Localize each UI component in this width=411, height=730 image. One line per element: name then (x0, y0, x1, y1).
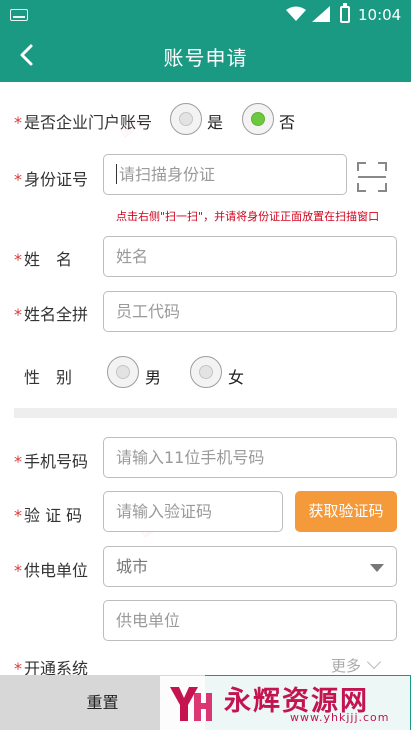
chevron-down-icon (366, 654, 382, 670)
status-time: 10:04 (358, 6, 402, 24)
radio-enterprise-no[interactable] (242, 103, 274, 135)
signal-icon (312, 6, 330, 22)
gender-label: 性 别 (24, 368, 73, 387)
keyboard-icon (10, 9, 28, 21)
name-input[interactable]: 姓名 (103, 236, 397, 277)
status-bar: 10:04 (0, 0, 411, 30)
power-unit-input[interactable]: 供电单位 (103, 600, 397, 641)
verify-code-label: * 验 证 码 (14, 506, 83, 525)
battery-icon (340, 3, 350, 23)
page-title: 账号申请 (163, 46, 248, 70)
name-pinyin-label: * 姓名全拼 (14, 305, 89, 324)
section-divider (14, 408, 397, 418)
id-scan-hint: 点击右侧"扫一扫"，并请将身份证正面放置在扫描窗口 (116, 210, 380, 223)
city-select[interactable]: 城市 (103, 546, 397, 587)
radio-enterprise-yes[interactable] (170, 103, 202, 135)
get-verify-code-button[interactable]: 获取验证码 (295, 491, 397, 532)
scan-icon[interactable] (357, 162, 387, 192)
radio-gender-female-label: 女 (228, 368, 245, 387)
more-systems-link[interactable]: 更多 (331, 654, 382, 676)
enterprise-account-label: * 是否企业门户账号 (14, 113, 153, 132)
radio-enterprise-yes-label: 是 (207, 113, 224, 132)
wifi-icon (286, 6, 306, 21)
id-number-label: * 身份证号 (14, 170, 89, 189)
id-number-input[interactable]: 请扫描身份证 (103, 154, 347, 195)
name-pinyin-input[interactable]: 员工代码 (103, 291, 397, 332)
radio-gender-female[interactable] (190, 356, 222, 388)
watermark-overlay: 永辉资源网 www.yhkjjj.com (160, 676, 410, 730)
verify-code-input[interactable]: 请输入验证码 (103, 491, 283, 532)
text-caret (116, 163, 117, 184)
radio-enterprise-no-label: 否 (279, 113, 296, 132)
watermark-logo-icon (170, 687, 212, 721)
phone-label: * 手机号码 (14, 452, 89, 471)
watermark-url: www.yhkjjj.com (290, 711, 390, 724)
dropdown-arrow-icon (370, 564, 384, 572)
radio-gender-male-label: 男 (145, 368, 162, 387)
name-label: * 姓 名 (14, 250, 73, 269)
required-mark: * (14, 113, 22, 132)
power-unit-label: * 供电单位 (14, 561, 89, 580)
phone-input[interactable]: 请输入11位手机号码 (103, 437, 397, 478)
radio-gender-male[interactable] (107, 356, 139, 388)
app-bar: 账号申请 (0, 30, 411, 82)
